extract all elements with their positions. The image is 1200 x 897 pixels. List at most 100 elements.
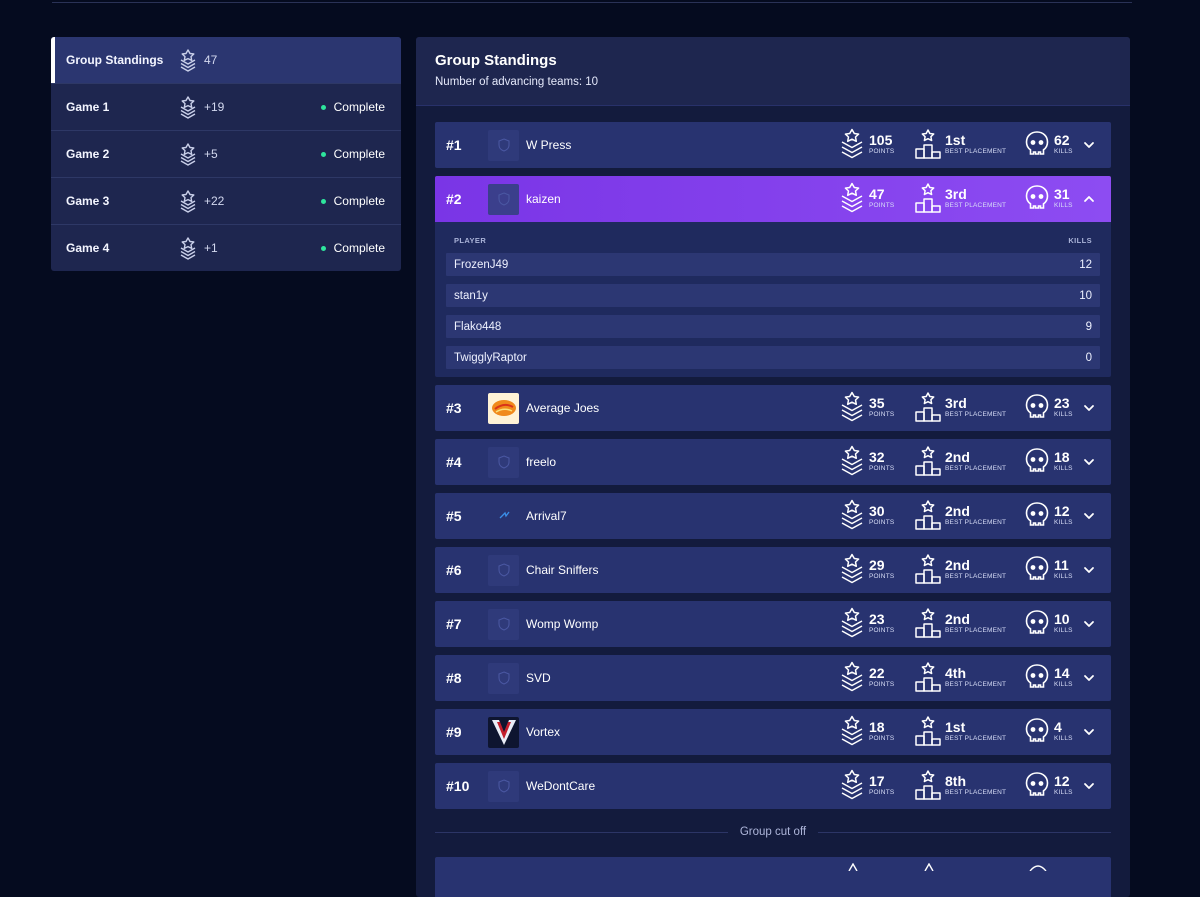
team-rank: #10: [446, 778, 470, 794]
rank-chevrons-icon: [841, 553, 863, 584]
placement-caption: BEST PLACEMENT: [945, 201, 1007, 209]
placement-caption: BEST PLACEMENT: [945, 410, 1007, 418]
chevron-up-icon[interactable]: [1081, 191, 1097, 207]
player-table-header: PLAYER KILLS: [446, 232, 1100, 253]
chevron-down-icon[interactable]: [1081, 670, 1097, 686]
chevron-down-icon[interactable]: [1081, 616, 1097, 632]
sidebar-item-game-2[interactable]: Game 2 +5 Complete: [51, 131, 401, 178]
panel-header: Group Standings Number of advancing team…: [416, 37, 1130, 106]
placement-caption: BEST PLACEMENT: [945, 147, 1007, 155]
team-logo: [488, 129, 519, 161]
player-name: stan1y: [454, 289, 488, 302]
group-cutoff-divider: Group cut off: [435, 817, 1111, 847]
skull-icon: [1025, 131, 1049, 155]
rank-chevrons-icon: [841, 445, 863, 476]
sidebar-item-points: 47: [204, 53, 218, 67]
team-rank: #7: [446, 616, 462, 632]
placement-value: 1st: [945, 718, 966, 735]
chevron-down-icon[interactable]: [1081, 724, 1097, 740]
kills-value: 14: [1054, 664, 1070, 681]
placement-value: 2nd: [945, 556, 970, 573]
team-row[interactable]: #2 kaizen 47 POINTS 3rd BEST PLACEMENT 31 KILLS: [435, 176, 1111, 222]
points-caption: POINTS: [869, 734, 895, 742]
rank-chevrons-icon: [841, 499, 863, 530]
sidebar-item-label: Game 2: [66, 147, 110, 161]
sidebar-item-points: +19: [204, 100, 225, 114]
kills-stat: 4 KILLS: [1024, 715, 1073, 747]
sidebar-item-game-1[interactable]: Game 1 +19 Complete: [51, 84, 401, 131]
chevron-down-icon[interactable]: [1081, 137, 1097, 153]
chevron-down-icon[interactable]: [1081, 454, 1097, 470]
rank-chevrons-icon: [841, 769, 863, 800]
sidebar-item-group-standings[interactable]: Group Standings 47: [51, 37, 401, 84]
placement-caption: BEST PLACEMENT: [945, 518, 1007, 526]
placement-caption: BEST PLACEMENT: [945, 788, 1007, 796]
placement-value: 1st: [945, 131, 966, 148]
placement-stat: 3rd BEST PLACEMENT: [915, 391, 1006, 423]
chevron-down-icon[interactable]: [1081, 508, 1097, 524]
status-text: Complete: [333, 194, 385, 208]
placement-stat: 2nd BEST PLACEMENT: [915, 445, 1006, 477]
points-stat: 105 POINTS: [839, 128, 894, 160]
team-name: SVD: [526, 671, 551, 685]
kills-caption: KILLS: [1054, 572, 1073, 580]
chevron-down-icon[interactable]: [1081, 562, 1097, 578]
advancing-teams-text: Number of advancing teams: 10: [435, 76, 599, 88]
kills-value: 12: [1054, 772, 1070, 789]
column-header-player: PLAYER: [454, 236, 487, 245]
kills-caption: KILLS: [1054, 410, 1073, 418]
podium-star-icon: [915, 770, 941, 800]
team-row[interactable]: [435, 857, 1111, 897]
team-row[interactable]: #4 freelo 32 POINTS 2nd BEST PLACEMENT 18 KILLS: [435, 439, 1111, 485]
placement-stat: 3rd BEST PLACEMENT: [915, 182, 1006, 214]
rank-chevrons-icon: [841, 715, 863, 746]
podium-star-icon: [915, 608, 941, 638]
points-value: 32: [869, 448, 885, 465]
kills-caption: KILLS: [1054, 680, 1073, 688]
team-row[interactable]: #5 Arrival7 30 POINTS 2nd BEST PLACEMENT 12 KIL…: [435, 493, 1111, 539]
rank-chevrons-icon: [180, 237, 196, 260]
player-kills: 0: [1085, 351, 1092, 364]
team-row[interactable]: #6 Chair Sniffers 29 POINTS 2nd BEST PLACEMEN…: [435, 547, 1111, 593]
team-row[interactable]: #3 Average Joes 35 POINTS 3rd BEST PLACEMENT 2…: [435, 385, 1111, 431]
player-row: Flako448 9: [446, 315, 1100, 338]
team-row[interactable]: #8 SVD 22 POINTS 4th BEST PLACEMENT 14 KILLS: [435, 655, 1111, 701]
player-kills: 10: [1079, 289, 1092, 302]
points-value: 29: [869, 556, 885, 573]
sidebar-item-game-4[interactable]: Game 4 +1 Complete: [51, 225, 401, 271]
points-stat: 22 POINTS: [839, 661, 894, 693]
team-rank: #3: [446, 400, 462, 416]
podium-star-icon: [915, 554, 941, 584]
standings-panel: Group Standings Number of advancing team…: [416, 37, 1130, 897]
podium-star-icon: [915, 446, 941, 476]
kills-stat: 12 KILLS: [1024, 499, 1073, 531]
kills-value: 12: [1054, 502, 1070, 519]
chevron-down-icon[interactable]: [1081, 778, 1097, 794]
points-caption: POINTS: [869, 201, 895, 209]
sidebar-item-label: Game 3: [66, 194, 110, 208]
team-row[interactable]: #10 WeDontCare 17 POINTS 8th BEST PLACEMENT 12…: [435, 763, 1111, 809]
skull-icon: [1025, 394, 1049, 418]
placement-value: 2nd: [945, 610, 970, 627]
kills-value: 18: [1054, 448, 1070, 465]
points-value: 105: [869, 131, 893, 148]
team-logo: [488, 183, 519, 215]
kills-value: 23: [1054, 394, 1070, 411]
points-stat: 30 POINTS: [839, 499, 894, 531]
points-value: 35: [869, 394, 885, 411]
status-badge: Complete: [320, 100, 385, 114]
status-dot: [320, 245, 326, 251]
team-row[interactable]: #9 Vortex 18 POINTS 1st BEST PLACEMENT 4 KILLS: [435, 709, 1111, 755]
team-rank: #2: [446, 191, 462, 207]
game-sidebar: Group Standings 47 Game 1 +19 Complete G…: [51, 37, 401, 271]
team-rank: #4: [446, 454, 462, 470]
kills-stat: 23 KILLS: [1024, 391, 1073, 423]
team-row[interactable]: #1 W Press 105 POINTS 1st BEST PLACEMENT 62 KIL…: [435, 122, 1111, 168]
sidebar-item-game-3[interactable]: Game 3 +22 Complete: [51, 178, 401, 225]
status-text: Complete: [333, 100, 385, 114]
team-row[interactable]: #7 Womp Womp 23 POINTS 2nd BEST PLACEMENT 10 KI…: [435, 601, 1111, 647]
team-logo: [488, 716, 519, 748]
points-stat: 18 POINTS: [839, 715, 894, 747]
chevron-down-icon[interactable]: [1081, 400, 1097, 416]
status-badge: Complete: [320, 194, 385, 208]
